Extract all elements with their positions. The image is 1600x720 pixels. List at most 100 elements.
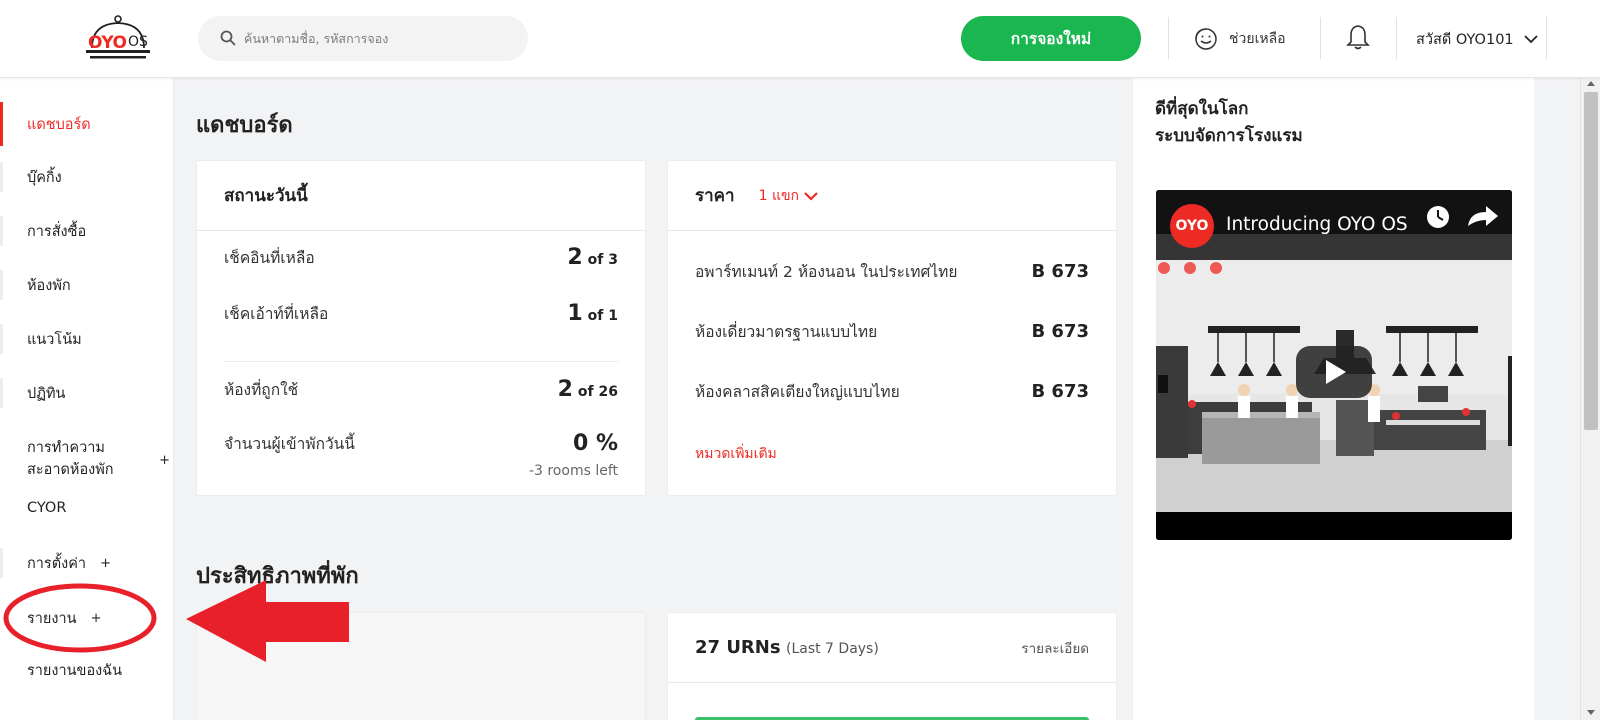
video-player[interactable]: OYO Introducing OYO OS xyxy=(1156,190,1512,540)
sidebar-item-my-reports[interactable]: รายงานของฉัน xyxy=(0,648,174,692)
section-title-performance: ประสิทธิภาพที่พัก xyxy=(196,564,359,589)
room-type-label: ห้องคลาสสิคเตียงใหญ่แบบไทย xyxy=(695,383,900,401)
user-menu[interactable]: สวัสดี OYO101 xyxy=(1416,26,1538,52)
user-greeting: สวัสดี OYO101 xyxy=(1416,31,1514,48)
promo-line-2: ระบบจัดการโรงแรม xyxy=(1155,126,1303,146)
header-divider xyxy=(1396,17,1397,59)
status-value-suffix: of 3 xyxy=(587,252,618,268)
page-title: แดชบอร์ด xyxy=(196,113,293,138)
sidebar-item-label: CYOR xyxy=(27,500,67,516)
sidebar-item-rooms[interactable]: ห้องพัก xyxy=(0,263,174,307)
new-booking-button[interactable]: การจองใหม่ xyxy=(961,16,1141,61)
video-channel-logo: OYO xyxy=(1175,218,1209,234)
sidebar-item-housekeeping[interactable]: การทำความสะอาดห้องพัก + xyxy=(0,430,174,488)
divider xyxy=(224,361,618,362)
sidebar-item-label-line1: การทำความ xyxy=(27,440,105,456)
video-thumbnail-kitchen xyxy=(1156,190,1512,540)
status-label: ห้องที่ถูกใช้ xyxy=(224,381,299,399)
card-header: ราคา 1 แขก xyxy=(668,161,1116,231)
sidebar: แดชบอร์ด บุ๊คกิ้ง การสั่งซื้อ ห้องพัก แน… xyxy=(0,78,174,720)
video-title: Introducing OYO OS xyxy=(1226,214,1408,235)
status-value-number: 2 xyxy=(557,377,573,402)
card-title: สถานะวันนี้ xyxy=(197,161,645,231)
bell-icon[interactable] xyxy=(1346,23,1370,51)
sidebar-item-cyor[interactable]: CYOR xyxy=(0,486,174,530)
today-status-card: สถานะวันนี้ เช็คอินที่เหลือ 2 of 3 เช็คเ… xyxy=(196,160,646,496)
search-icon xyxy=(220,30,236,46)
sidebar-item-dashboard[interactable]: แดชบอร์ด xyxy=(0,102,174,146)
sidebar-item-label-line2: สะอาดห้องพัก xyxy=(27,462,114,478)
header-divider xyxy=(1168,17,1169,59)
sidebar-item-label: แดชบอร์ด xyxy=(27,116,91,133)
search-box xyxy=(198,16,528,61)
sidebar-item-settings[interactable]: การตั้งค่า + xyxy=(0,541,174,585)
sidebar-item-calendar[interactable]: ปฏิทิน xyxy=(0,371,174,415)
price-row: อพาร์ทเมนท์ 2 ห้องนอน ในประเทศไทย B 673 xyxy=(695,259,1089,284)
scroll-thumb[interactable] xyxy=(1584,92,1598,430)
card-title: ราคา xyxy=(695,186,735,206)
header-divider xyxy=(1320,17,1321,59)
expand-plus-icon[interactable]: + xyxy=(91,611,102,626)
vertical-scrollbar[interactable] xyxy=(1580,78,1600,720)
help-button[interactable]: ช่วยเหลือ xyxy=(1193,22,1286,56)
scroll-up-icon[interactable] xyxy=(1581,78,1600,90)
more-categories-link[interactable]: หมวดเพิ่มเติม xyxy=(695,443,777,465)
promo-heading: ดีที่สุดในโลก ระบบจัดการโรงแรม xyxy=(1155,96,1303,150)
sidebar-item-label: การตั้งค่า xyxy=(27,555,87,572)
status-value-suffix: of 1 xyxy=(587,308,618,324)
sidebar-item-label: รายงาน xyxy=(27,610,77,627)
sidebar-item-label: ห้องพัก xyxy=(27,277,71,294)
sidebar-item-label: ปฏิทิน xyxy=(27,385,66,402)
status-row-checkins: เช็คอินที่เหลือ 2 of 3 xyxy=(224,245,618,270)
sidebar-item-label: รายงานของฉัน xyxy=(27,662,123,679)
chevron-down-icon xyxy=(1524,35,1538,44)
price-card: ราคา 1 แขก อพาร์ทเมนท์ 2 ห้องนอน ในประเท… xyxy=(667,160,1117,496)
status-value-suffix: of 26 xyxy=(577,384,618,400)
more-categories-row: หมวดเพิ่มเติม xyxy=(695,443,1089,465)
status-row-checkouts: เช็คเอ้าท์ที่เหลือ 1 of 1 xyxy=(224,301,618,326)
room-type-label: อพาร์ทเมนท์ 2 ห้องนอน ในประเทศไทย xyxy=(695,263,958,281)
top-header: OYO OS การจองใหม่ ช่วยเหลือ สวัสดี OYO10… xyxy=(0,0,1600,78)
urn-detail-link[interactable]: รายละเอียด xyxy=(1021,637,1089,659)
promo-line-1: ดีที่สุดในโลก xyxy=(1155,99,1249,119)
status-value: 1 of 1 xyxy=(567,301,618,326)
status-label: จำนวนผู้เข้าพักวันนี้ xyxy=(224,435,355,453)
smiley-support-icon xyxy=(1195,28,1217,50)
performance-chart-placeholder xyxy=(196,612,646,720)
help-label: ช่วยเหลือ xyxy=(1229,31,1286,47)
chevron-down-icon xyxy=(803,191,818,201)
expand-plus-icon[interactable]: + xyxy=(100,556,111,571)
sidebar-item-label: การสั่งซื้อ xyxy=(27,223,87,240)
room-price: B 673 xyxy=(1031,261,1089,282)
search-input[interactable] xyxy=(244,16,514,61)
rooms-left-text: -3 rooms left xyxy=(528,463,618,479)
sidebar-item-orders[interactable]: การสั่งซื้อ xyxy=(0,209,174,253)
urn-summary: 27 URNs (Last 7 Days) xyxy=(695,637,879,658)
logo-os-text: OS xyxy=(128,34,148,50)
sidebar-item-bookings[interactable]: บุ๊คกิ้ง xyxy=(0,155,174,199)
sidebar-item-label: การทำความสะอาดห้องพัก xyxy=(27,437,145,481)
room-type-label: ห้องเดี่ยวมาตรฐานแบบไทย xyxy=(695,323,878,341)
room-price: B 673 xyxy=(1031,381,1089,402)
right-promo-panel: ดีที่สุดในโลก ระบบจัดการโรงแรม OYO Intro… xyxy=(1133,78,1534,720)
sidebar-item-reports[interactable]: รายงาน + xyxy=(0,596,174,640)
status-row-occupancy: จำนวนผู้เข้าพักวันนี้ 0 % xyxy=(224,431,618,456)
header-divider xyxy=(1546,17,1547,59)
urn-card: 27 URNs (Last 7 Days) รายละเอียด xyxy=(667,612,1117,720)
guest-count-label: 1 แขก xyxy=(758,187,800,204)
room-price: B 673 xyxy=(1031,321,1089,342)
status-value-number: 1 xyxy=(567,301,583,326)
urn-count: 27 URNs xyxy=(695,637,781,658)
sidebar-item-label: แนวโน้ม xyxy=(27,331,82,348)
oyo-os-logo[interactable]: OYO OS xyxy=(62,14,162,64)
scroll-down-icon[interactable] xyxy=(1581,706,1600,718)
status-row-occupied: ห้องที่ถูกใช้ 2 of 26 xyxy=(224,377,618,402)
status-label: เช็คอินที่เหลือ xyxy=(224,249,315,267)
price-row: ห้องคลาสสิคเตียงใหญ่แบบไทย B 673 xyxy=(695,379,1089,404)
status-value: 2 of 3 xyxy=(567,245,618,270)
sidebar-item-trends[interactable]: แนวโน้ม xyxy=(0,317,174,361)
guest-count-dropdown[interactable]: 1 แขก xyxy=(759,185,818,207)
expand-plus-icon[interactable]: + xyxy=(159,450,170,472)
status-value-number: 0 % xyxy=(572,431,618,456)
status-label: เช็คเอ้าท์ที่เหลือ xyxy=(224,305,329,323)
